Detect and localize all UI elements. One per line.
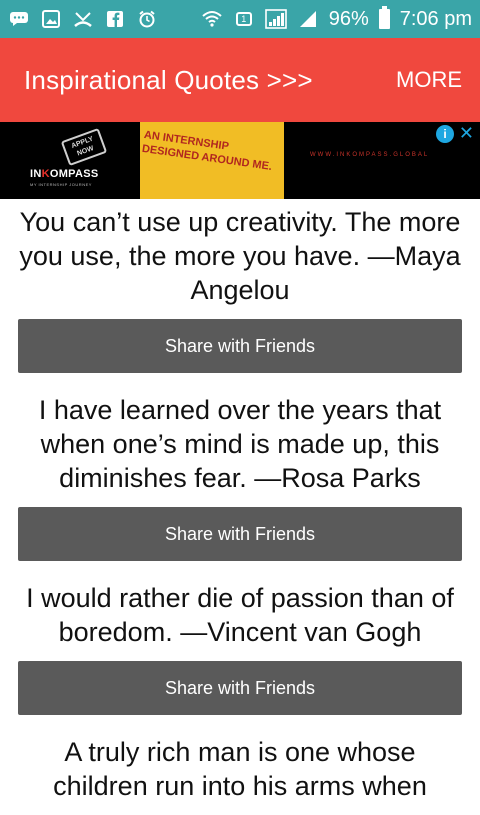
battery-icon — [378, 6, 390, 29]
status-right-icons: 1 96% 7:06 pm — [201, 6, 472, 31]
ad-brand-suffix: OMPASS — [49, 168, 99, 180]
more-button[interactable]: MORE — [396, 67, 462, 93]
wifi-icon — [201, 8, 223, 30]
share-button[interactable]: Share with Friends — [18, 507, 462, 561]
share-button[interactable]: Share with Friends — [18, 661, 462, 715]
ad-brand-prefix: IN — [30, 168, 42, 180]
alarm-icon — [136, 8, 158, 30]
ad-brand-logo: INKOMPASS — [30, 168, 99, 180]
clock: 7:06 pm — [399, 7, 472, 30]
status-bar: 1 96% 7:06 pm — [0, 0, 480, 38]
sim-icon: 1 — [233, 8, 255, 30]
app-title: Inspirational Quotes >>> — [24, 64, 313, 95]
app-bar: Inspirational Quotes >>> MORE — [0, 38, 480, 122]
ad-url: WWW.INKOMPASS.GLOBAL — [310, 152, 430, 158]
battery-percent: 96% — [328, 7, 369, 30]
sim-label: 1 — [235, 12, 252, 26]
chat-icon — [8, 8, 30, 30]
info-icon[interactable]: i — [436, 125, 454, 143]
image-icon — [40, 8, 62, 30]
quote-text: I have learned over the years that when … — [38, 395, 442, 493]
missed-call-icon — [72, 8, 94, 30]
quote-text: I would rather die of passion than of bo… — [26, 583, 454, 647]
ad-apply-stamp: APPLY NOW — [60, 127, 108, 167]
ad-banner[interactable]: APPLY NOW INKOMPASS MY INTERNSHIP JOURNE… — [0, 122, 480, 199]
status-left-icons — [8, 8, 158, 30]
share-button[interactable]: Share with Friends — [18, 319, 462, 373]
signal-icon — [264, 8, 287, 30]
quotes-list: You can’t use up creativity. The more yo… — [0, 199, 480, 815]
signal-strength-icon — [297, 8, 319, 30]
quote-text: A truly rich man is one whose children r… — [53, 737, 427, 801]
ad-brand-accent: K — [41, 168, 50, 180]
quote-text: You can’t use up creativity. The more yo… — [19, 207, 461, 305]
close-icon[interactable]: ✕ — [459, 123, 474, 144]
ad-brand-tagline: MY INTERNSHIP JOURNEY — [30, 182, 92, 187]
facebook-icon — [104, 8, 126, 30]
